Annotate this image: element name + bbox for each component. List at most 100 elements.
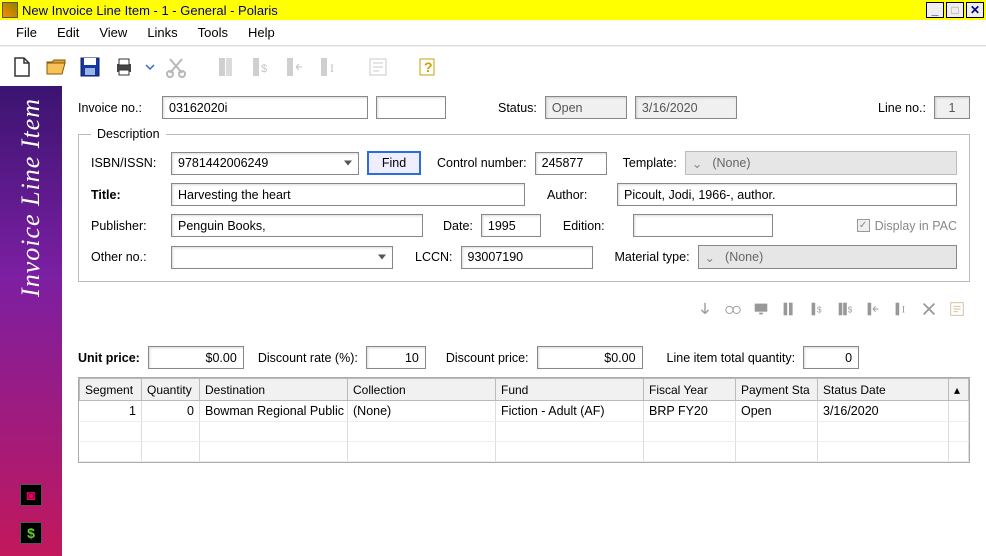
line-qty-field[interactable] [803, 346, 859, 369]
sidebar: Invoice Line Item ◙ $ [0, 86, 62, 556]
minimize-button[interactable]: _ [926, 2, 944, 18]
book-dollar-icon[interactable]: $ [246, 53, 274, 81]
book-dollar-small-icon[interactable]: $ [806, 298, 828, 320]
delete-x-icon[interactable] [918, 298, 940, 320]
col-status-date[interactable]: Status Date [818, 379, 949, 401]
other-no-field[interactable] [171, 246, 393, 269]
svg-text:I: I [902, 305, 905, 316]
content-area: Invoice no.: Status: Open 3/16/2020 Line… [62, 86, 986, 556]
svg-text:$: $ [817, 306, 822, 315]
template-dropdown[interactable]: ⌄ (None) [685, 151, 957, 175]
book-left-icon[interactable] [280, 53, 308, 81]
table-row[interactable]: 1 0 Bowman Regional Public (None) Fictio… [80, 401, 969, 422]
status-value: Open [545, 96, 627, 119]
open-folder-icon[interactable] [42, 53, 70, 81]
description-legend: Description [91, 127, 166, 141]
menu-bar: File Edit View Links Tools Help [0, 20, 986, 46]
publisher-field[interactable] [171, 214, 423, 237]
segments-table: Segment Quantity Destination Collection … [78, 377, 970, 463]
book-icon[interactable] [212, 53, 240, 81]
author-label: Author: [547, 188, 609, 202]
binoculars-icon[interactable] [722, 298, 744, 320]
table-row-empty [80, 422, 969, 442]
find-button[interactable]: Find [367, 151, 421, 175]
form-icon[interactable] [364, 53, 392, 81]
menu-edit[interactable]: Edit [47, 21, 89, 44]
close-button[interactable]: ✕ [966, 2, 984, 18]
date-field[interactable] [481, 214, 541, 237]
svg-text:$: $ [848, 306, 853, 315]
book-info-icon[interactable]: I [890, 298, 912, 320]
col-segment[interactable]: Segment [80, 379, 142, 401]
chevron-down-icon: ⌄ [692, 156, 702, 171]
control-number-field[interactable] [535, 152, 607, 175]
isbn-field[interactable] [171, 152, 359, 175]
print-icon[interactable] [110, 53, 138, 81]
line-no-value: 1 [934, 96, 970, 119]
invoice-no-label: Invoice no.: [78, 101, 154, 115]
monitor-icon[interactable] [750, 298, 772, 320]
discount-price-label: Discount price: [446, 351, 529, 365]
line-qty-label: Line item total quantity: [667, 351, 796, 365]
author-field[interactable] [617, 183, 957, 206]
menu-view[interactable]: View [89, 21, 137, 44]
unit-price-field[interactable] [148, 346, 244, 369]
col-quantity[interactable]: Quantity [142, 379, 200, 401]
app-icon [2, 2, 18, 18]
title-field[interactable] [171, 183, 525, 206]
maximize-button[interactable]: □ [946, 2, 964, 18]
properties-icon[interactable] [946, 298, 968, 320]
date-label: Date: [443, 219, 473, 233]
col-fund[interactable]: Fund [496, 379, 644, 401]
table-header-row: Segment Quantity Destination Collection … [80, 379, 969, 401]
menu-tools[interactable]: Tools [188, 21, 238, 44]
lccn-field[interactable] [461, 246, 593, 269]
control-number-label: Control number: [437, 156, 527, 170]
new-file-icon[interactable] [8, 53, 36, 81]
publisher-label: Publisher: [91, 219, 163, 233]
book-arrow-icon[interactable] [862, 298, 884, 320]
sidebar-view-2-icon[interactable]: $ [20, 522, 42, 544]
cut-icon[interactable] [162, 53, 190, 81]
arrow-down-icon[interactable] [694, 298, 716, 320]
unit-price-label: Unit price: [78, 351, 140, 365]
svg-text:I: I [330, 61, 334, 75]
print-dropdown-icon[interactable] [144, 53, 156, 81]
material-type-dropdown[interactable]: ⌄ (None) [698, 245, 957, 269]
segment-toolbar: $ $ I [78, 298, 968, 320]
scroll-up-icon[interactable]: ▴ [949, 379, 969, 401]
col-collection[interactable]: Collection [348, 379, 496, 401]
status-date: 3/16/2020 [635, 96, 737, 119]
col-destination[interactable]: Destination [200, 379, 348, 401]
sidebar-view-1-icon[interactable]: ◙ [20, 484, 42, 506]
description-group: Description ISBN/ISSN: Find Control numb… [78, 127, 970, 282]
line-no-label: Line no.: [878, 101, 926, 115]
books-icon[interactable] [778, 298, 800, 320]
checkbox-icon: ✓ [857, 219, 870, 232]
menu-file[interactable]: File [6, 21, 47, 44]
template-label: Template: [623, 156, 677, 170]
help-icon[interactable]: ? [414, 53, 442, 81]
book-i-icon[interactable]: I [314, 53, 342, 81]
edition-field[interactable] [633, 214, 773, 237]
menu-help[interactable]: Help [238, 21, 285, 44]
lccn-label: LCCN: [415, 250, 453, 264]
discount-price-field[interactable] [537, 346, 643, 369]
other-no-label: Other no.: [91, 250, 163, 264]
title-bar: New Invoice Line Item - 1 - General - Po… [0, 0, 986, 20]
display-in-pac-checkbox[interactable]: ✓ Display in PAC [857, 219, 957, 233]
col-fiscal-year[interactable]: Fiscal Year [644, 379, 736, 401]
discount-rate-field[interactable] [366, 346, 426, 369]
stack-dollar-icon[interactable]: $ [834, 298, 856, 320]
svg-text:?: ? [424, 59, 433, 75]
col-payment-status[interactable]: Payment Sta [736, 379, 818, 401]
isbn-label: ISBN/ISSN: [91, 156, 163, 170]
discount-rate-label: Discount rate (%): [258, 351, 358, 365]
material-type-label: Material type: [615, 250, 690, 264]
invoice-extra-field[interactable] [376, 96, 446, 119]
main-toolbar: $ I ? [0, 46, 986, 86]
menu-links[interactable]: Links [137, 21, 187, 44]
edition-label: Edition: [563, 219, 625, 233]
invoice-no-field[interactable] [162, 96, 368, 119]
save-disk-icon[interactable] [76, 53, 104, 81]
